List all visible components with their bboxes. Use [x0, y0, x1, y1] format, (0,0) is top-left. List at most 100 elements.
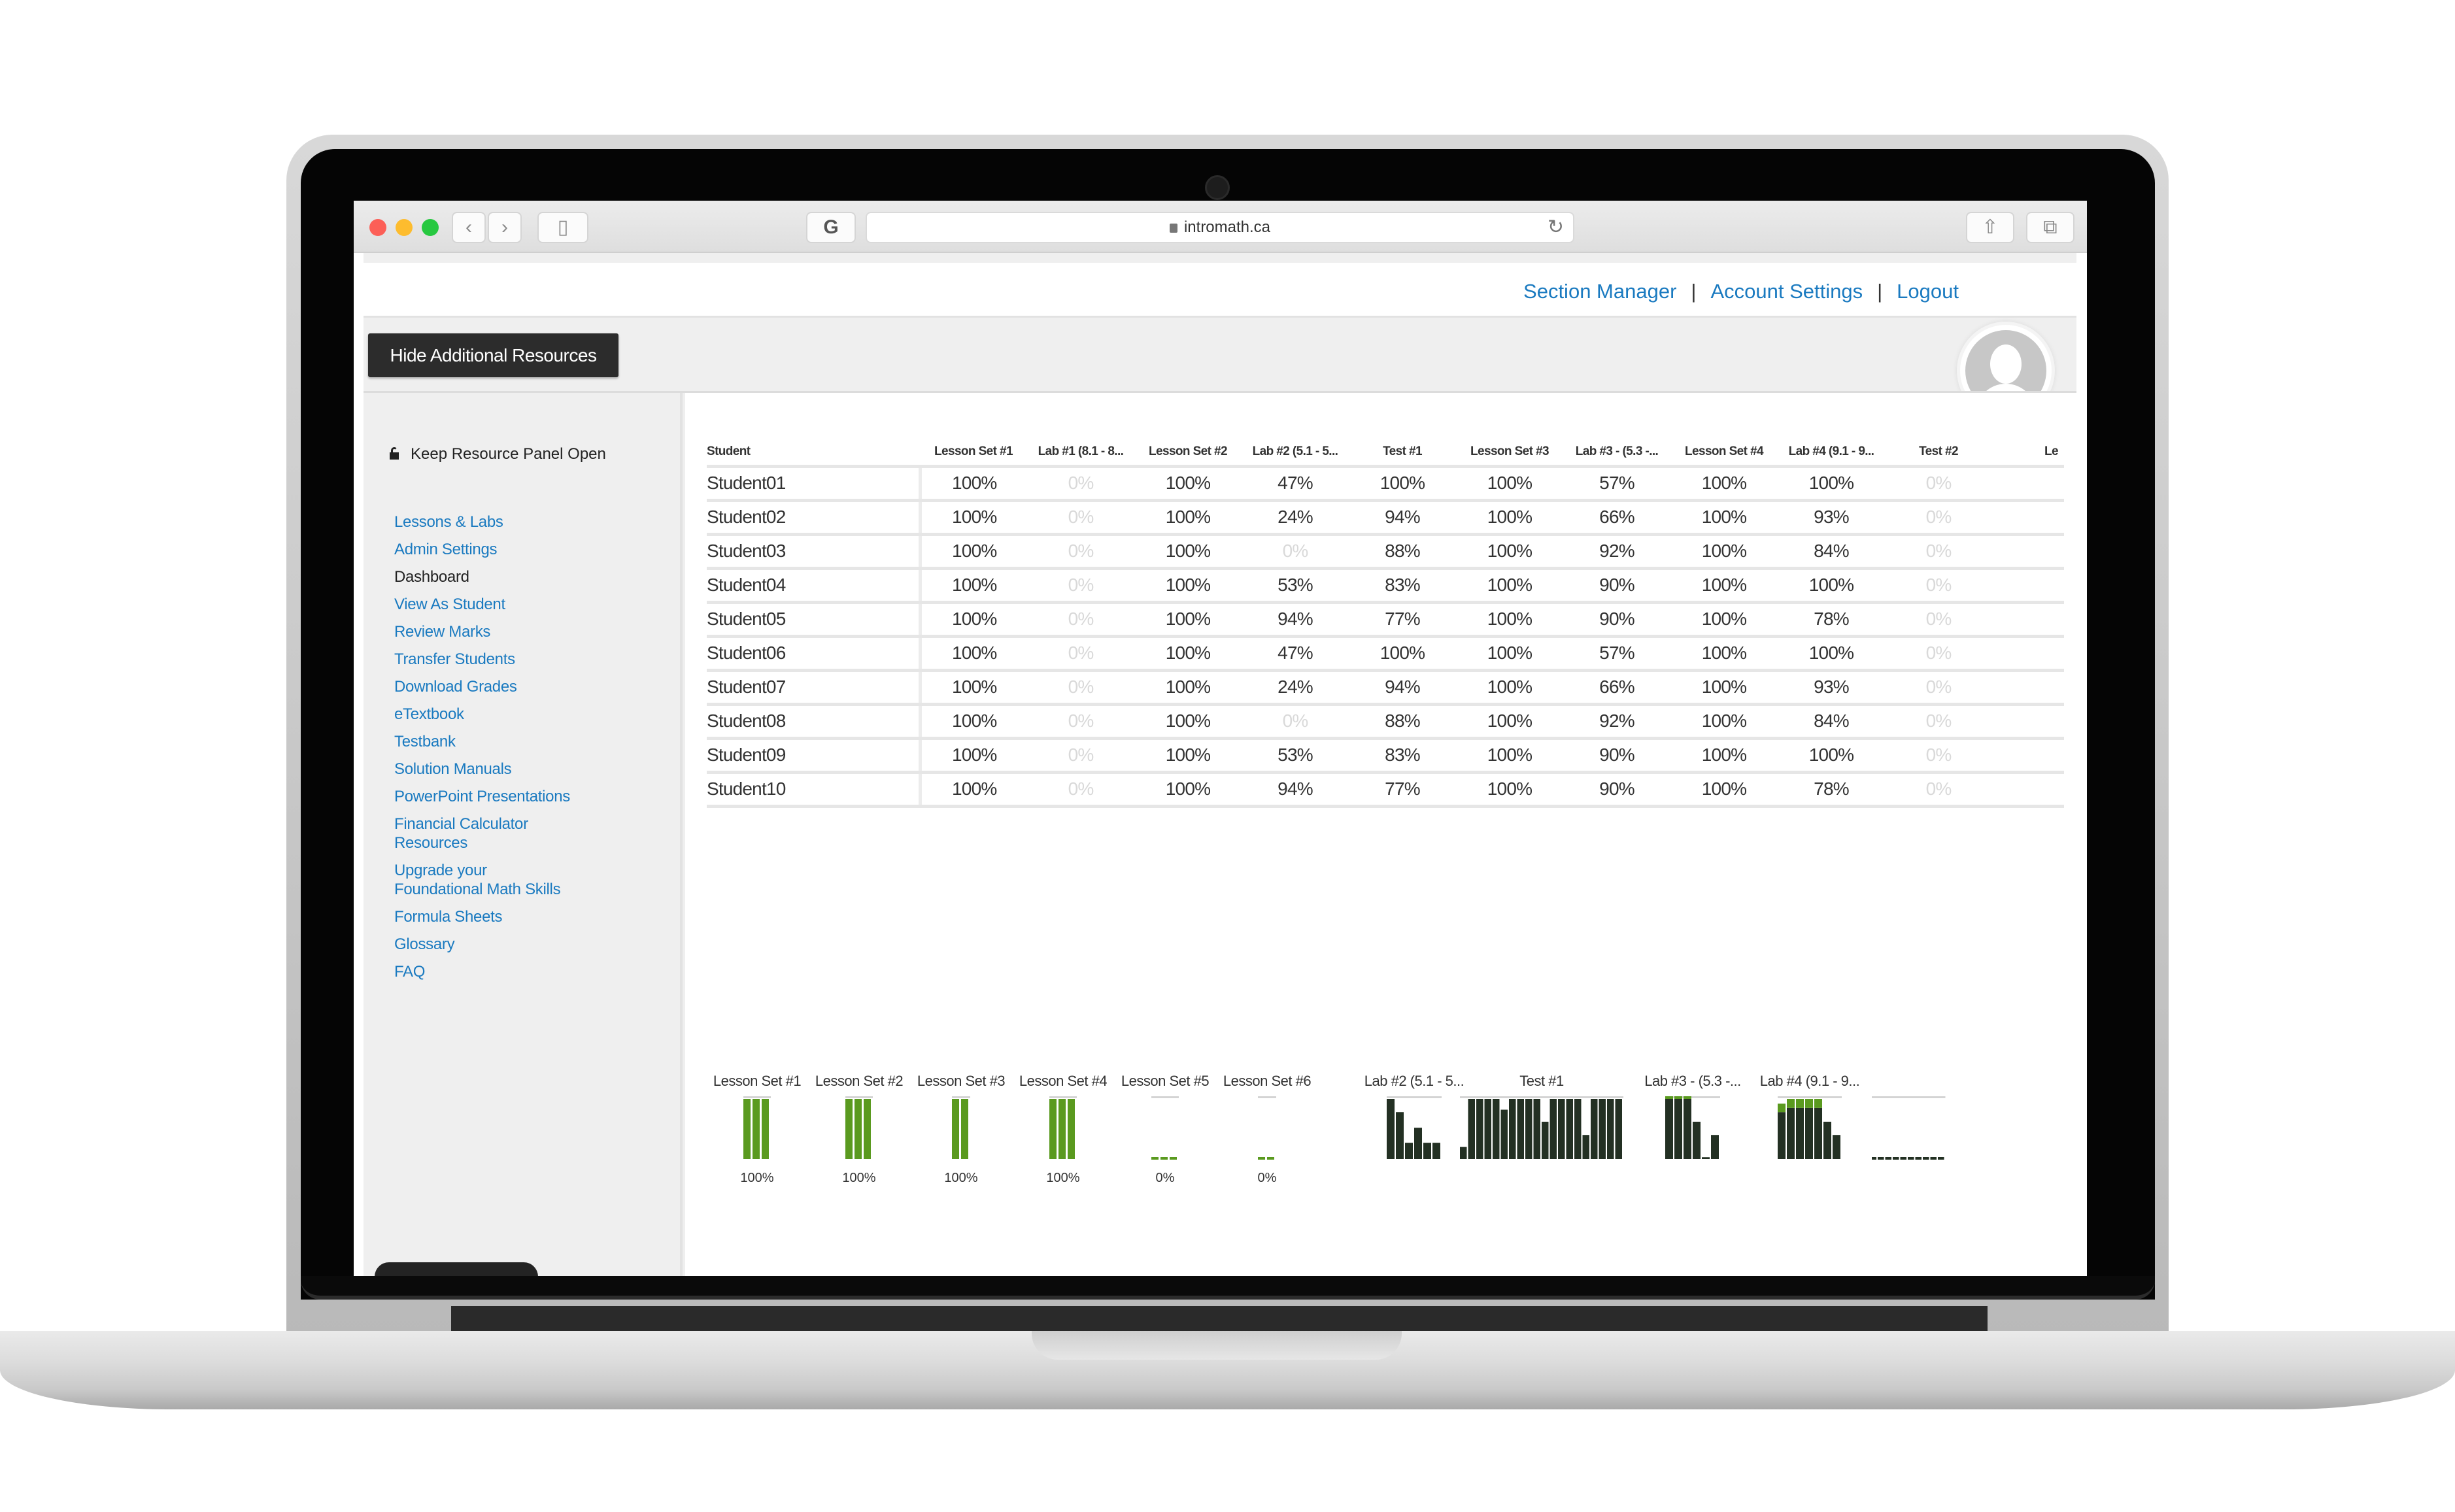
back-button[interactable]: ‹ [452, 212, 486, 243]
grade-cell: 100% [1456, 500, 1563, 536]
chart-title: Lesson Set #2 [815, 1073, 904, 1089]
column-header[interactable]: Lab #2 (5.1 - 5... [1242, 439, 1349, 468]
sidebar-item-faq[interactable]: FAQ [394, 962, 669, 981]
student-name-cell[interactable]: Student04 [707, 568, 922, 604]
student-name-cell[interactable]: Student09 [707, 738, 922, 774]
student-name-cell[interactable]: Student05 [707, 602, 922, 638]
sidebar-item-admin-settings[interactable]: Admin Settings [394, 540, 669, 559]
chart-bar [1872, 1157, 1876, 1160]
chart-bar [1525, 1099, 1532, 1159]
close-window-button[interactable] [369, 219, 386, 236]
browser-toolbar: ‹ › ▯ G intromath.ca ↻ ⇧ ⧉ [354, 201, 2087, 253]
grade-cell: 94% [1349, 670, 1456, 706]
hide-additional-resources-button[interactable]: Hide Additional Resources [368, 333, 618, 377]
sidebar-item-testbank[interactable]: Testbank [394, 732, 669, 751]
student-name-cell[interactable]: Student01 [707, 466, 922, 502]
chart-bar [1170, 1157, 1177, 1160]
chart-bar [1878, 1157, 1884, 1160]
column-header[interactable]: Test #2 [1885, 439, 1992, 468]
student-name-cell[interactable]: Student03 [707, 534, 922, 570]
chart-bar-bonus [1665, 1096, 1673, 1099]
grade-cell: 90% [1563, 772, 1670, 808]
column-header[interactable]: Lesson Set #1 [920, 439, 1027, 468]
column-header[interactable]: Lesson Set #2 [1134, 439, 1242, 468]
grade-cell: 100% [1456, 602, 1563, 638]
student-name-cell[interactable]: Student08 [707, 704, 922, 740]
chart-bar [1387, 1099, 1395, 1159]
sidebar-item-download-grades[interactable]: Download Grades [394, 677, 669, 696]
chart-value-label: 100% [842, 1171, 876, 1185]
logout-link[interactable]: Logout [1897, 280, 1959, 303]
section-manager-link[interactable]: Section Manager [1523, 280, 1676, 303]
chart-svg [1665, 1096, 1720, 1159]
student-name-cell[interactable]: Student07 [707, 670, 922, 706]
nav-separator: | [1691, 280, 1697, 303]
camera-icon [1205, 175, 1230, 200]
chart-bar-bonus [1778, 1103, 1786, 1113]
table-row: Student07 100% 0% 100% 24% 94% 100% 66% 100% 93% 0… [707, 670, 2064, 706]
sidebar-item-upgrade-your-foundational-math-skills[interactable]: Upgrade your Foundational Math Skills [394, 861, 564, 899]
chart-bar [1805, 1107, 1813, 1159]
grade-cell: 0% [1027, 670, 1134, 706]
column-header[interactable]: Le [1992, 439, 2064, 468]
student-name-cell[interactable]: Student02 [707, 500, 922, 536]
screen: ‹ › ▯ G intromath.ca ↻ ⇧ ⧉ Section Manag… [354, 201, 2087, 1276]
student-name-cell[interactable]: Student06 [707, 636, 922, 672]
extension-button[interactable]: G [806, 212, 856, 243]
chart-value-label: 100% [740, 1171, 774, 1185]
grade-cell: 0% [1885, 670, 1992, 706]
sidebar-item-dashboard[interactable]: Dashboard [394, 567, 669, 586]
sidebar-item-solution-manuals[interactable]: Solution Manuals [394, 760, 669, 779]
forward-button[interactable]: › [488, 212, 522, 243]
cut-cell [1992, 670, 2064, 706]
grade-cell: 100% [1456, 636, 1563, 672]
column-header[interactable]: Lab #3 - (5.3 -... [1563, 439, 1670, 468]
grade-cell: 88% [1349, 534, 1456, 570]
chart-svg [1258, 1096, 1276, 1160]
table-row: Student05 100% 0% 100% 94% 77% 100% 90% 100% 78% 0… [707, 602, 2064, 638]
keep-panel-open-toggle[interactable]: Keep Resource Panel Open [390, 445, 606, 463]
tabs-button[interactable]: ⧉ [2026, 212, 2074, 243]
grade-cell: 100% [1670, 500, 1778, 536]
sidebar-item-financial-calculator-resources[interactable]: Financial Calculator Resources [394, 815, 545, 852]
laptop-notch [1032, 1331, 1402, 1360]
chart-bar [1509, 1099, 1516, 1159]
contact-us-button[interactable]: Contact Us + [375, 1262, 538, 1276]
sidebar-item-powerpoint-presentations[interactable]: PowerPoint Presentations [394, 787, 669, 806]
sidebar-item-review-marks[interactable]: Review Marks [394, 622, 669, 641]
table-row: Student10 100% 0% 100% 94% 77% 100% 90% 100% 78% 0… [707, 772, 2064, 808]
column-header[interactable]: Student [707, 439, 920, 468]
maximize-window-button[interactable] [422, 219, 439, 236]
grade-cell: 66% [1563, 670, 1670, 706]
student-name-cell[interactable]: Student10 [707, 772, 922, 808]
sidebar-item-glossary[interactable]: Glossary [394, 935, 669, 954]
grade-cell: 100% [1134, 568, 1242, 604]
sidebar-item-formula-sheets[interactable]: Formula Sheets [394, 907, 669, 926]
sidebar-item-lessons-labs[interactable]: Lessons & Labs [394, 512, 669, 531]
minimize-window-button[interactable] [396, 219, 413, 236]
sidebar-item-etextbook[interactable]: eTextbook [394, 705, 669, 724]
share-button[interactable]: ⇧ [1966, 212, 2014, 243]
sidebar-toggle-button[interactable]: ▯ [537, 212, 588, 243]
sidebar-links: Lessons & Labs Admin Settings Dashboard Vie… [394, 512, 669, 990]
sidebar-item-transfer-students[interactable]: Transfer Students [394, 650, 669, 669]
grade-cell: 92% [1563, 704, 1670, 740]
sidebar-item-view-as-student[interactable]: View As Student [394, 595, 669, 614]
grade-cell: 100% [1134, 466, 1242, 502]
url-bar[interactable]: intromath.ca ↻ [866, 212, 1574, 243]
grade-cell: 53% [1242, 568, 1349, 604]
chart-title: Lesson Set #1 [713, 1073, 802, 1089]
column-header[interactable]: Test #1 [1349, 439, 1456, 468]
column-header[interactable]: Lab #4 (9.1 - 9... [1778, 439, 1885, 468]
account-settings-link[interactable]: Account Settings [1710, 280, 1863, 303]
chart-bar [1885, 1157, 1891, 1160]
reload-icon[interactable]: ↻ [1548, 213, 1564, 242]
column-header[interactable]: Lab #1 (8.1 - 8... [1027, 439, 1134, 468]
chart-bar [1414, 1128, 1422, 1159]
grade-cell: 100% [1134, 500, 1242, 536]
column-header[interactable]: Lesson Set #4 [1670, 439, 1778, 468]
chart-bar [961, 1099, 968, 1159]
chart-svg [1049, 1096, 1077, 1159]
grade-cell: 100% [920, 568, 1027, 604]
column-header[interactable]: Lesson Set #3 [1456, 439, 1563, 468]
